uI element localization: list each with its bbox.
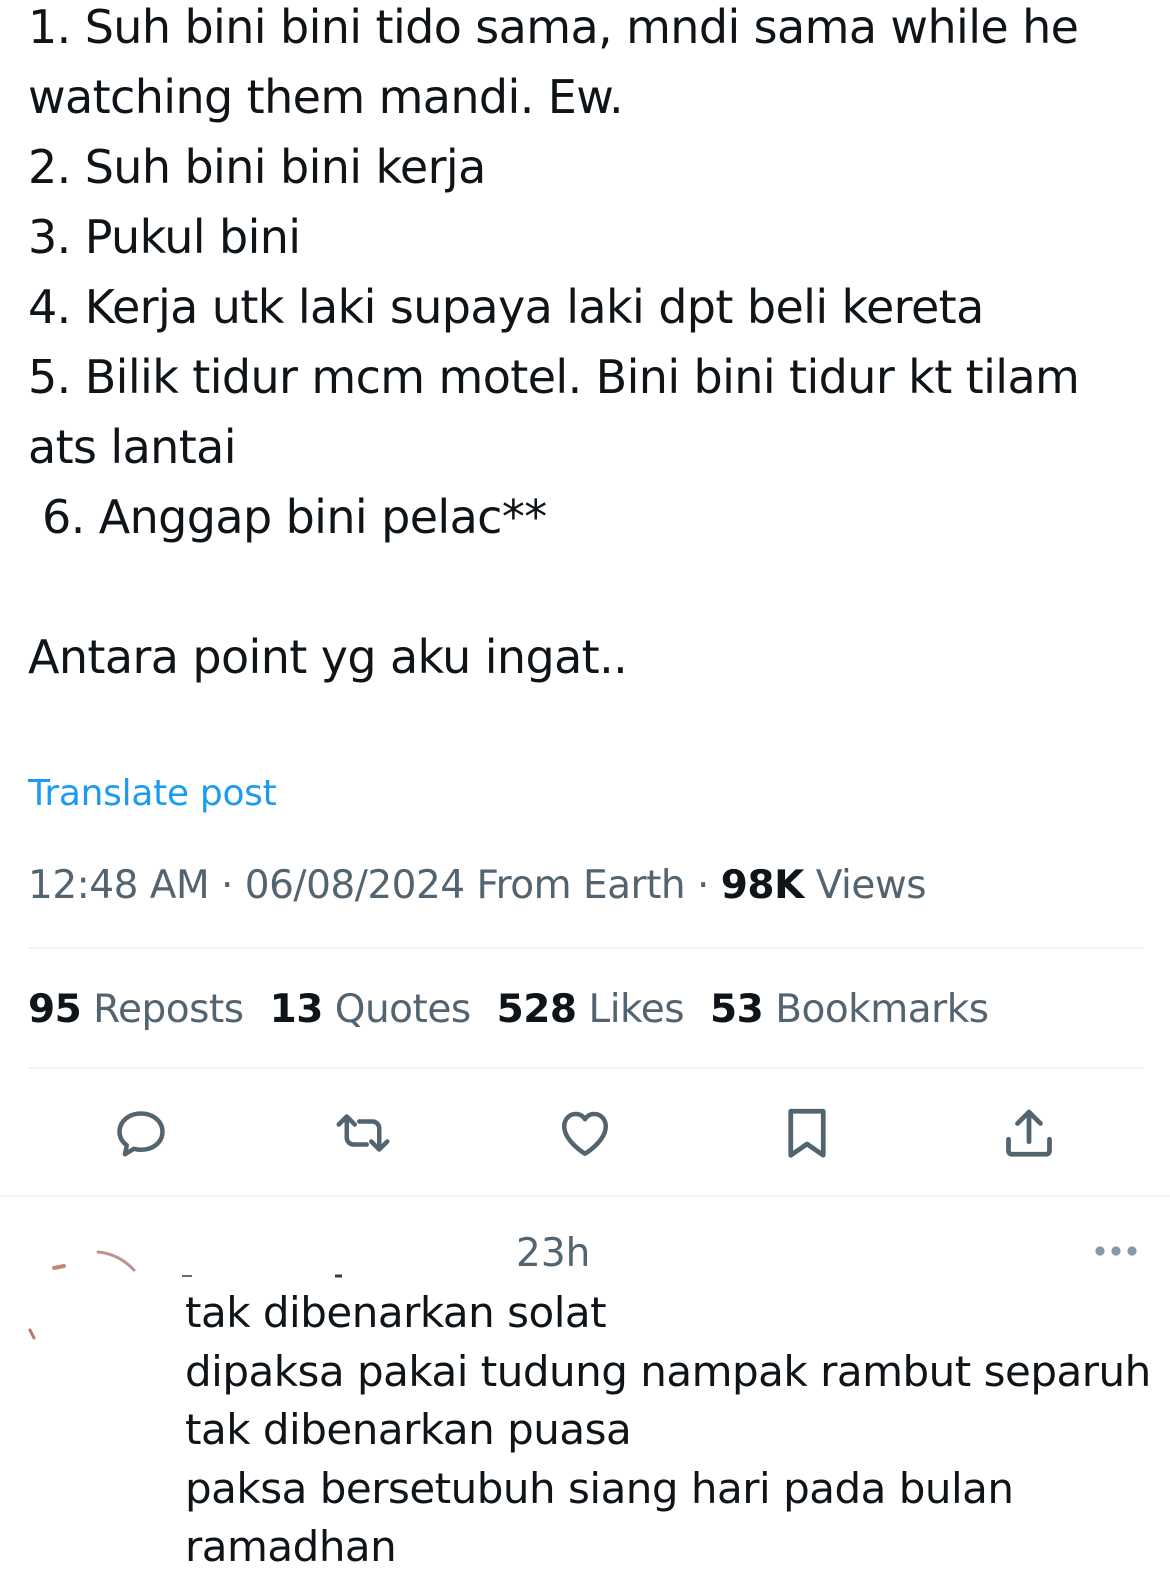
quotes-count: 13 bbox=[269, 987, 324, 1032]
reposts-stat[interactable]: 95 Reposts bbox=[28, 982, 244, 1038]
tweet-line: 1. Suh bini bini tido sama, mndi sama wh… bbox=[28, 0, 1079, 54]
reposts-label: Reposts bbox=[81, 987, 244, 1032]
like-icon bbox=[562, 1111, 608, 1156]
reply-line: ramadhan bbox=[185, 1522, 397, 1571]
tweet-timestamp[interactable]: 12:48 AM · 06/08/2024 From Earth · bbox=[28, 863, 721, 908]
bookmarks-count: 53 bbox=[710, 987, 764, 1032]
like-button[interactable] bbox=[550, 1098, 620, 1168]
translate-post-link[interactable]: Translate post bbox=[28, 768, 277, 820]
bookmarks-stat[interactable]: 53 Bookmarks bbox=[710, 982, 989, 1038]
reply-line: tak dibenarkan puasa bbox=[185, 1405, 632, 1454]
redacted-name bbox=[182, 1274, 342, 1278]
likes-stat[interactable]: 528 Likes bbox=[496, 982, 685, 1038]
tweet-line: 6. Anggap bini pelac** bbox=[28, 490, 547, 544]
reply-text: tak dibenarkan solat dipaksa pakai tudun… bbox=[185, 1284, 1165, 1577]
repost-button[interactable] bbox=[328, 1098, 398, 1168]
tweet-line: 5. Bilik tidur mcm motel. Bini bini tidu… bbox=[28, 350, 1080, 404]
likes-label: Likes bbox=[576, 987, 685, 1032]
tweet-stats: 95 Reposts 13 Quotes 528 Likes 53 Bookma… bbox=[28, 982, 989, 1038]
reply-icon bbox=[117, 1111, 165, 1157]
likes-count: 528 bbox=[496, 987, 577, 1032]
tweet-line: 3. Pukul bini bbox=[28, 210, 301, 264]
repost-icon bbox=[336, 1114, 390, 1152]
bookmark-icon bbox=[788, 1108, 826, 1158]
share-icon bbox=[1006, 1109, 1052, 1157]
tweet-line: 2. Suh bini bini kerja bbox=[28, 140, 486, 194]
reply-button[interactable] bbox=[106, 1098, 176, 1168]
bookmarks-label: Bookmarks bbox=[763, 987, 989, 1032]
tweet-line: ats lantai bbox=[28, 420, 237, 474]
quotes-stat[interactable]: 13 Quotes bbox=[269, 982, 472, 1038]
tweet-line: 4. Kerja utk laki supaya laki dpt beli k… bbox=[28, 280, 984, 334]
share-button[interactable] bbox=[994, 1098, 1064, 1168]
views-label: Views bbox=[803, 863, 927, 908]
divider bbox=[0, 1195, 1170, 1197]
reply-line: paksa bersetubuh siang hari pada bulan bbox=[185, 1463, 1014, 1513]
more-options-icon[interactable] bbox=[1092, 1236, 1140, 1266]
tweet-line: watching them mandi. Ew. bbox=[28, 70, 624, 124]
divider bbox=[28, 1067, 1143, 1069]
redacted-avatar[interactable] bbox=[24, 1218, 164, 1358]
reposts-count: 95 bbox=[28, 987, 82, 1032]
reply-line: tak dibenarkan solat bbox=[185, 1288, 607, 1337]
views-count: 98K bbox=[720, 863, 805, 908]
reply-line: dipaksa pakai tudung nampak rambut separ… bbox=[185, 1346, 1151, 1396]
bookmark-button[interactable] bbox=[772, 1098, 842, 1168]
reply-time[interactable]: 23h bbox=[516, 1226, 590, 1282]
tweet-text: 1. Suh bini bini tido sama, mndi sama wh… bbox=[28, 0, 1128, 692]
reply-item[interactable]: 23h tak dibenarkan solat dipaksa pakai t… bbox=[0, 1198, 1170, 1571]
tweet-line: Antara point yg aku ingat.. bbox=[28, 630, 628, 684]
tweet-meta: 12:48 AM · 06/08/2024 From Earth · 98K V… bbox=[28, 858, 927, 914]
divider bbox=[28, 947, 1143, 949]
quotes-label: Quotes bbox=[322, 987, 471, 1032]
